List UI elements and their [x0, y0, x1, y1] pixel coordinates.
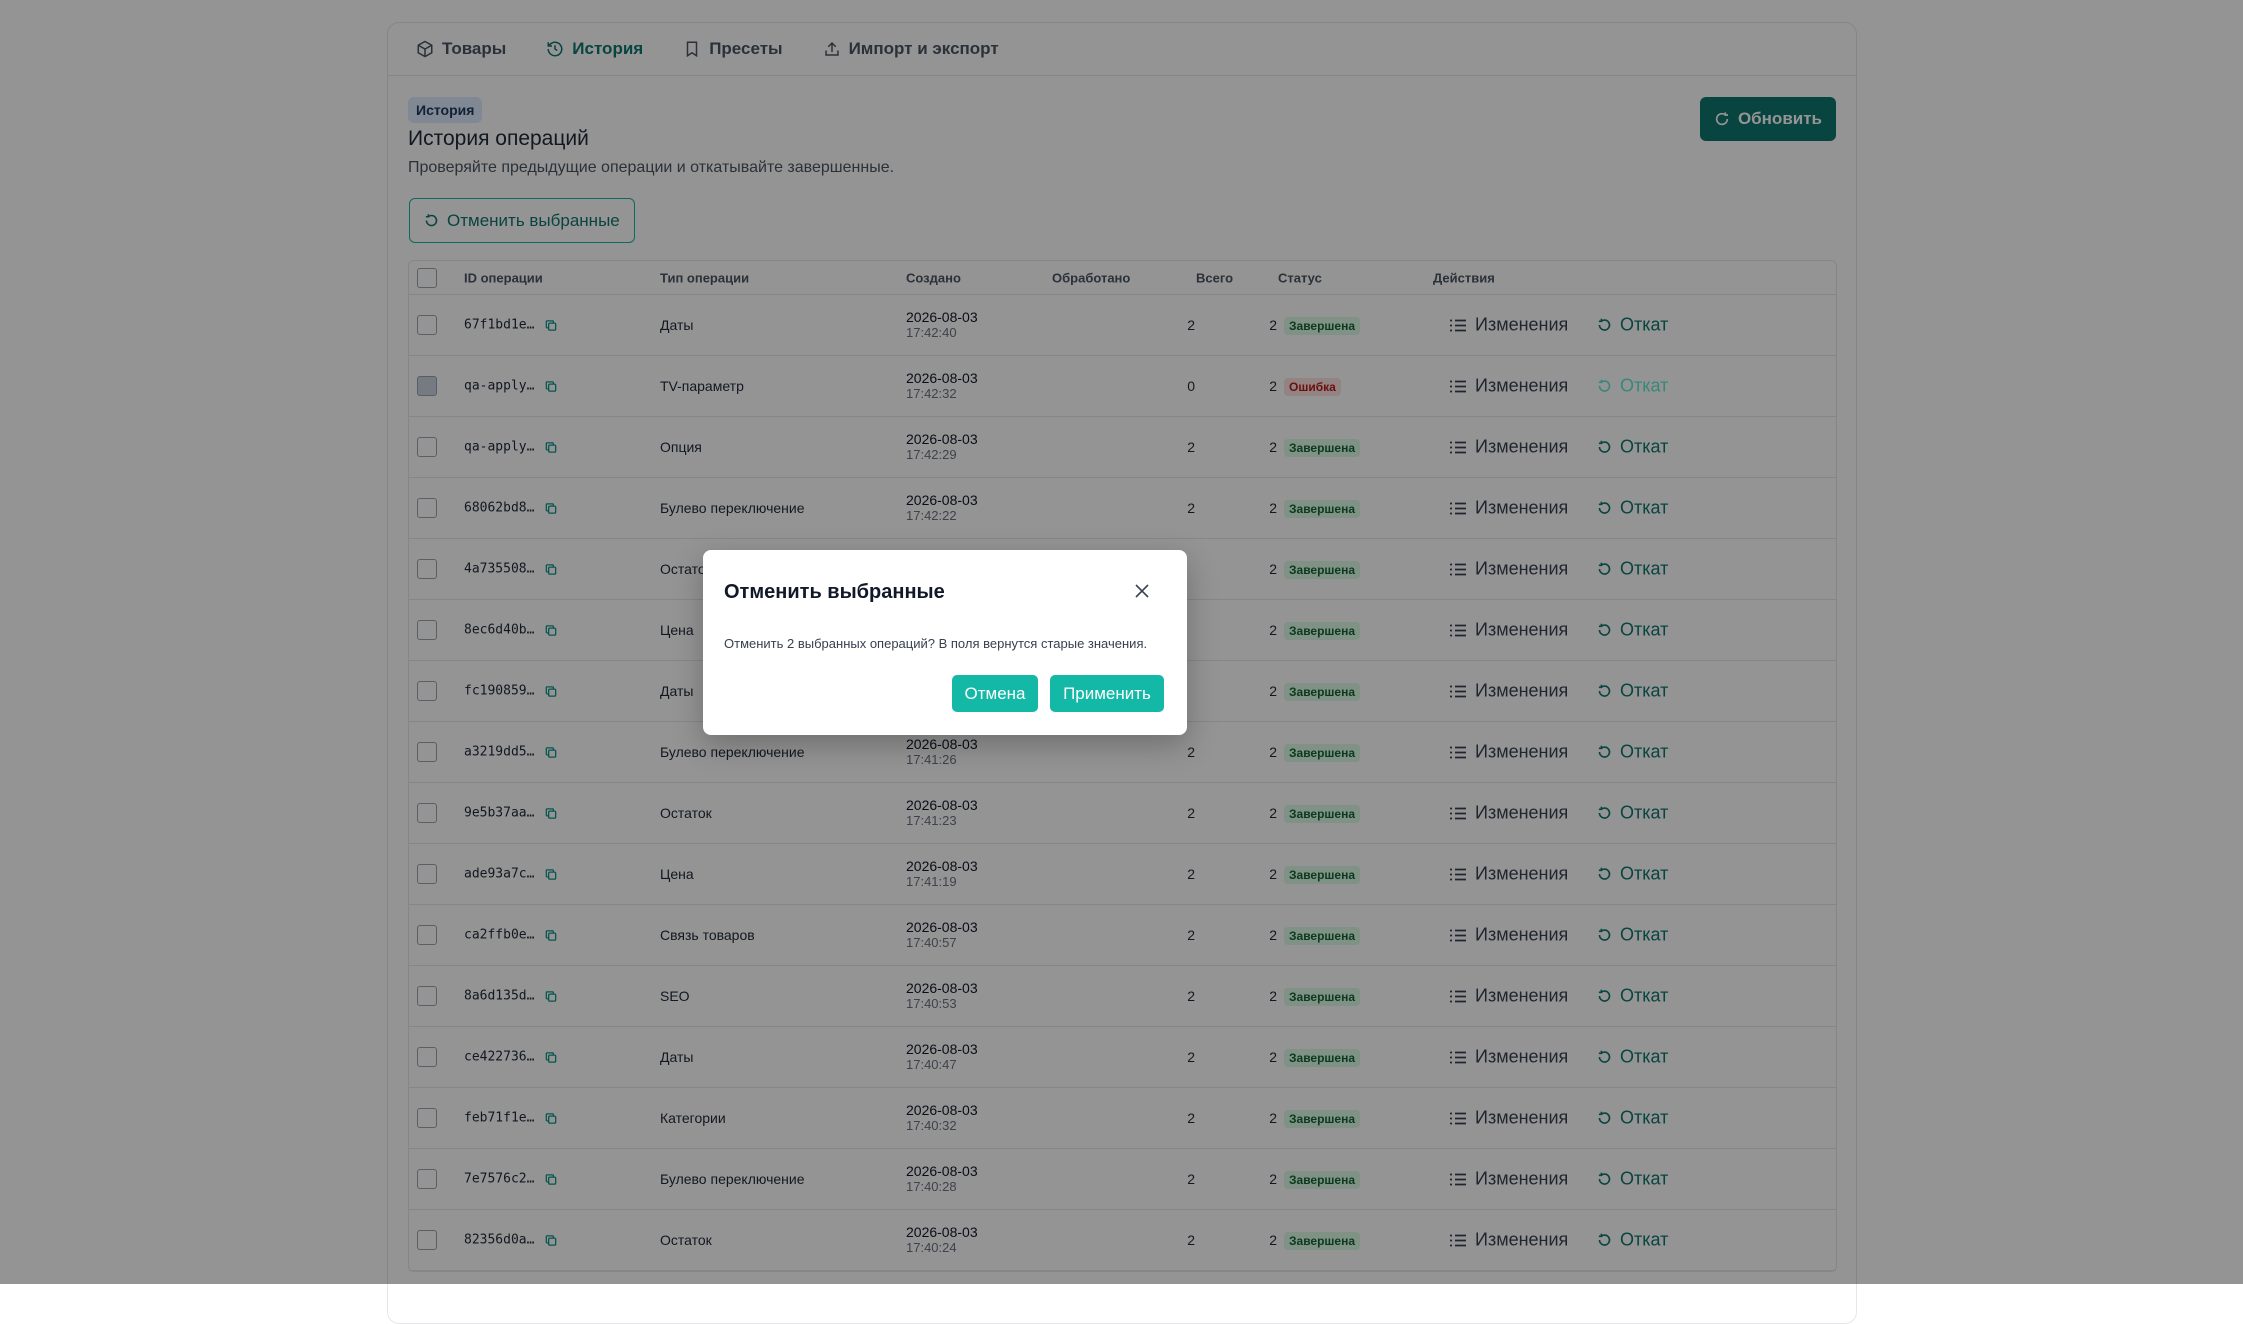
confirm-dialog: Отменить выбранные Отменить 2 выбранных … [703, 550, 1187, 735]
close-icon[interactable] [1134, 583, 1150, 599]
apply-button[interactable]: Применить [1050, 675, 1164, 712]
dialog-message: Отменить 2 выбранных операций? В поля ве… [724, 636, 1148, 651]
cancel-button[interactable]: Отмена [952, 675, 1038, 712]
dialog-title: Отменить выбранные [724, 581, 945, 603]
